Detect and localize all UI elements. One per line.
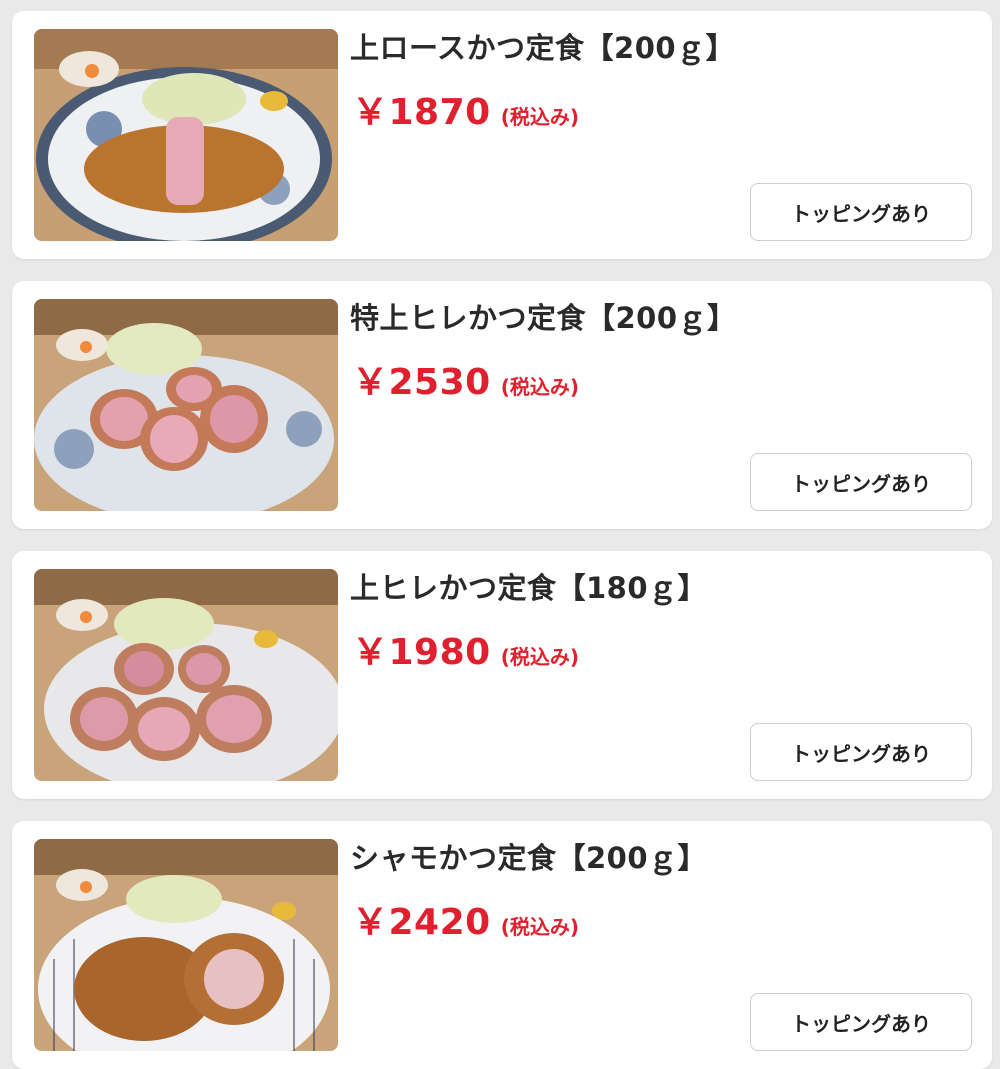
topping-button[interactable]: トッピングあり xyxy=(750,723,972,781)
item-price: ￥1870 xyxy=(352,92,491,133)
price-row: ￥2530 (税込み) xyxy=(352,353,579,405)
item-title: シャモかつ定食【200ｇ】 xyxy=(350,841,708,875)
menu-card[interactable]: 特上ヒレかつ定食【200ｇ】 ￥2530 (税込み) トッピングあり xyxy=(12,281,992,529)
item-title: 特上ヒレかつ定食【200ｇ】 xyxy=(350,301,737,335)
menu-card[interactable]: 上ロースかつ定食【200ｇ】 ￥1870 (税込み) トッピングあり xyxy=(12,11,992,259)
food-photo[interactable] xyxy=(34,29,338,241)
price-row: ￥2420 (税込み) xyxy=(352,893,579,945)
price-row: ￥1980 (税込み) xyxy=(352,623,579,675)
item-title: 上ロースかつ定食【200ｇ】 xyxy=(350,31,736,65)
food-photo[interactable] xyxy=(34,839,338,1051)
tax-note: (税込み) xyxy=(500,645,579,669)
item-price: ￥2420 xyxy=(352,902,491,943)
topping-button[interactable]: トッピングあり xyxy=(750,183,972,241)
item-price: ￥2530 xyxy=(352,362,491,403)
food-photo[interactable] xyxy=(34,299,338,511)
tax-note: (税込み) xyxy=(500,105,579,129)
topping-button[interactable]: トッピングあり xyxy=(750,453,972,511)
topping-button[interactable]: トッピングあり xyxy=(750,993,972,1051)
menu-card[interactable]: 上ヒレかつ定食【180ｇ】 ￥1980 (税込み) トッピングあり xyxy=(12,551,992,799)
menu-list: 上ロースかつ定食【200ｇ】 ￥1870 (税込み) トッピングあり 特上ヒレか… xyxy=(0,0,1000,1069)
price-row: ￥1870 (税込み) xyxy=(352,83,579,135)
tax-note: (税込み) xyxy=(500,915,579,939)
tax-note: (税込み) xyxy=(500,375,579,399)
item-title: 上ヒレかつ定食【180ｇ】 xyxy=(350,571,708,605)
item-price: ￥1980 xyxy=(352,632,491,673)
food-photo[interactable] xyxy=(34,569,338,781)
menu-card[interactable]: シャモかつ定食【200ｇ】 ￥2420 (税込み) トッピングあり xyxy=(12,821,992,1069)
